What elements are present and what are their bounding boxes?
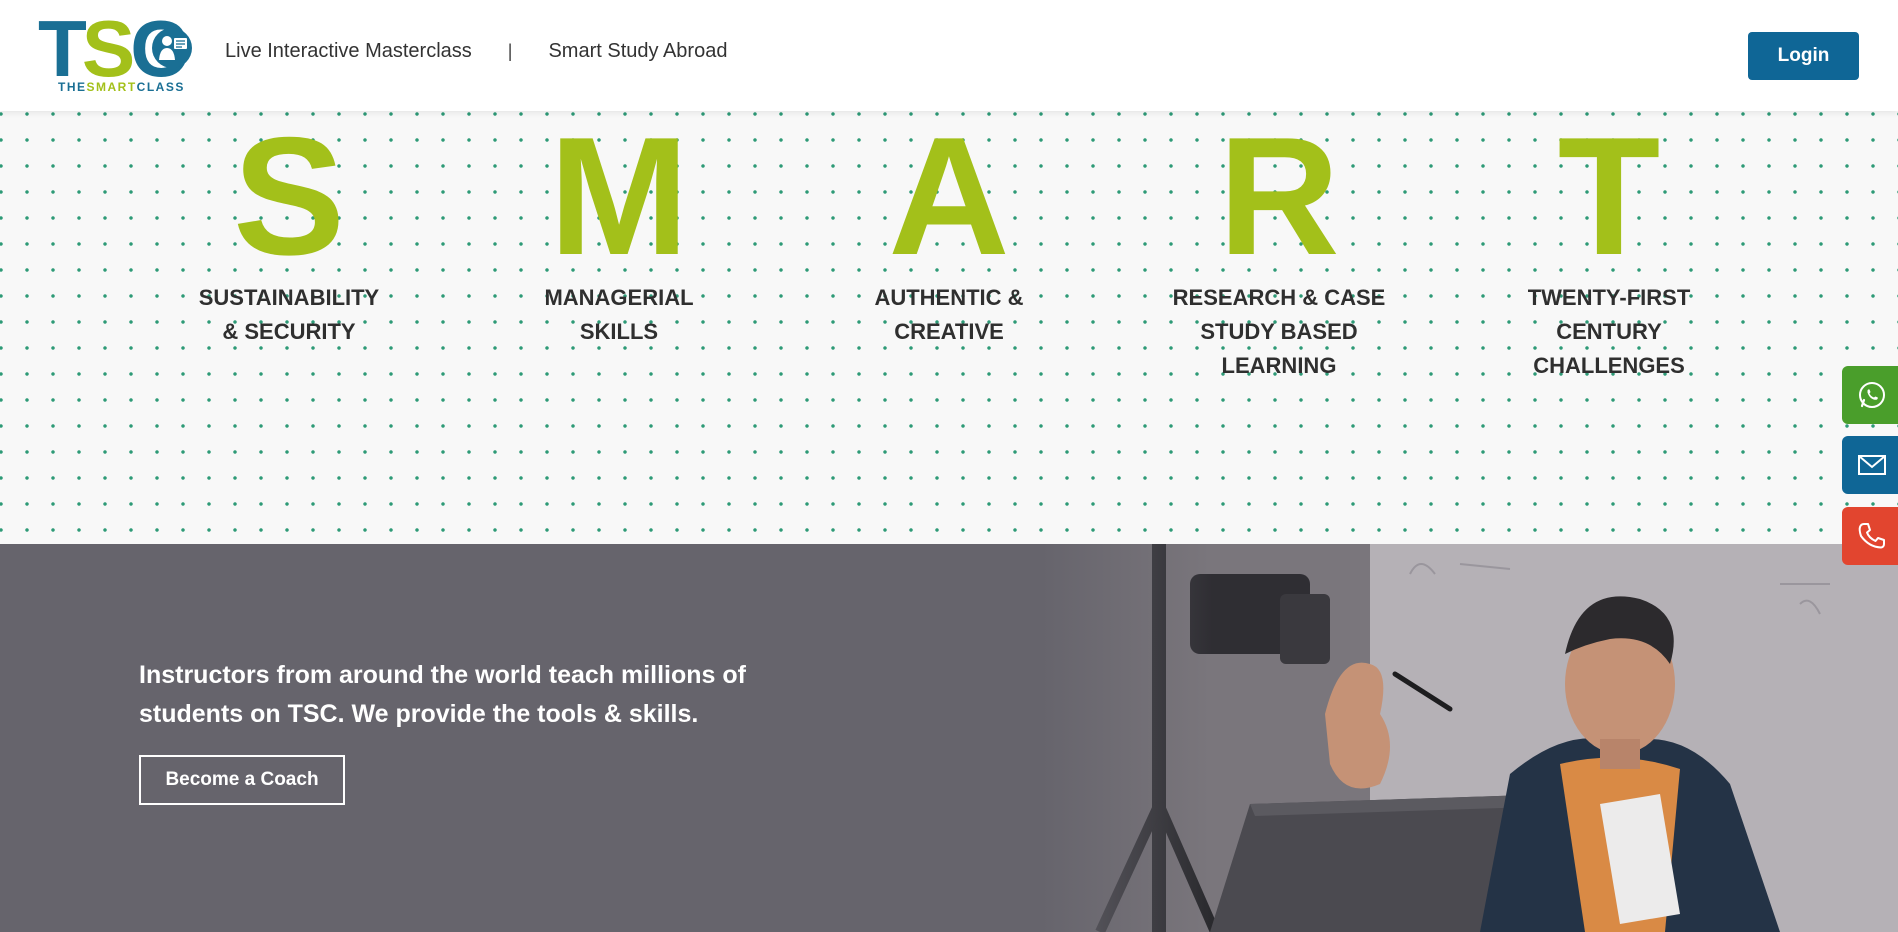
become-a-coach-button[interactable]: Become a Coach [139, 755, 345, 805]
pillar-letter: T [1557, 102, 1661, 290]
pillar-label: Authentic & Creative [874, 285, 1024, 344]
main-nav: Live Interactive Masterclass | Smart Stu… [225, 40, 727, 63]
coach-hero: Instructors from around the world teach … [0, 544, 1898, 932]
pillar-sustainability: S Sustainability & Security [169, 111, 409, 349]
nav-smart-study-abroad[interactable]: Smart Study Abroad [548, 40, 727, 63]
pillar-label: Sustainability & Security [198, 285, 380, 344]
pillar-letter: M [549, 102, 689, 290]
pillar-label: Managerial Skills [544, 285, 694, 344]
instructor-photo [1040, 544, 1898, 932]
pillar-letter: R [1218, 102, 1340, 290]
pillar-letter: S [232, 102, 346, 290]
pillar-label: Research & Case Study Based Learning [1172, 285, 1386, 378]
pillar-twenty-first: T Twenty-First Century Challenges [1489, 111, 1729, 383]
login-button[interactable]: Login [1748, 32, 1859, 80]
smart-section: S Sustainability & Security M Managerial… [0, 111, 1898, 544]
pillar-research: R Research & Case Study Based Learning [1159, 111, 1399, 383]
pillar-letter: A [888, 102, 1010, 290]
teacher-figure-icon [152, 28, 192, 68]
pillar-managerial: M Managerial Skills [499, 111, 739, 349]
nav-separator: | [507, 41, 513, 61]
pillar-label: Twenty-First Century Challenges [1527, 285, 1691, 378]
hero-headline: Instructors from around the world teach … [139, 661, 746, 728]
whatsapp-button[interactable] [1842, 366, 1898, 424]
site-header: TSC THESMARTCLASS Live Interactive Maste… [0, 0, 1898, 111]
nav-live-interactive-masterclass[interactable]: Live Interactive Masterclass [225, 40, 472, 63]
whatsapp-icon [1859, 382, 1885, 408]
tsc-logo[interactable]: TSC THESMARTCLASS [38, 9, 198, 96]
logo-tagline: THESMARTCLASS [58, 80, 185, 94]
pillar-authentic: A Authentic & Creative [829, 111, 1069, 349]
phone-icon [1858, 523, 1885, 549]
call-button[interactable] [1842, 507, 1898, 565]
mail-icon [1858, 455, 1886, 475]
email-button[interactable] [1842, 436, 1898, 494]
